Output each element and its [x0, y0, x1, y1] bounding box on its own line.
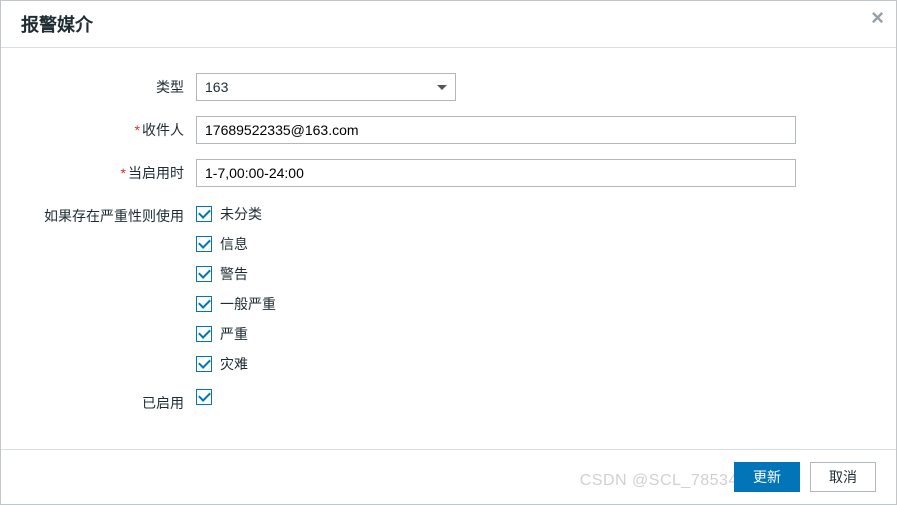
label-severity: 如果存在严重性则使用: [41, 202, 196, 226]
severity-checkbox-high[interactable]: [196, 326, 212, 342]
severity-item-unclassified: 未分类: [196, 204, 276, 224]
severity-label: 严重: [220, 324, 248, 344]
row-type: 类型 163: [41, 73, 856, 101]
alert-media-modal: × 报警媒介 类型 163 *收件人 *当启用时: [0, 0, 897, 505]
label-when-enabled: *当启用时: [41, 159, 196, 183]
type-select-value: 163: [205, 79, 228, 95]
when-enabled-input[interactable]: [196, 159, 796, 187]
type-select[interactable]: 163: [196, 73, 456, 101]
severity-label: 未分类: [220, 204, 262, 224]
close-icon[interactable]: ×: [871, 7, 884, 29]
label-recipient: *收件人: [41, 116, 196, 140]
row-when-enabled: *当启用时: [41, 159, 856, 187]
modal-title: 报警媒介: [21, 11, 876, 37]
enabled-checkbox[interactable]: [196, 389, 212, 405]
severity-label: 一般严重: [220, 294, 276, 314]
severity-checkbox-unclassified[interactable]: [196, 206, 212, 222]
severity-checkbox-list: 未分类 信息 警告 一般严重: [196, 202, 276, 374]
modal-footer: 更新 取消: [1, 449, 896, 504]
severity-label: 信息: [220, 234, 248, 254]
modal-header: 报警媒介: [1, 1, 896, 48]
modal-body: 类型 163 *收件人 *当启用时 如果存在严重性则使用: [1, 48, 896, 438]
severity-item-high: 严重: [196, 324, 276, 344]
row-recipient: *收件人: [41, 116, 856, 144]
severity-checkbox-warning[interactable]: [196, 266, 212, 282]
row-severity: 如果存在严重性则使用 未分类 信息 警告: [41, 202, 856, 374]
cancel-button[interactable]: 取消: [810, 462, 876, 492]
label-enabled: 已启用: [41, 389, 196, 413]
severity-checkbox-disaster[interactable]: [196, 356, 212, 372]
severity-item-average: 一般严重: [196, 294, 276, 314]
severity-checkbox-average[interactable]: [196, 296, 212, 312]
required-marker: *: [135, 122, 140, 138]
severity-checkbox-info[interactable]: [196, 236, 212, 252]
row-enabled: 已启用: [41, 389, 856, 413]
severity-item-info: 信息: [196, 234, 276, 254]
severity-label: 警告: [220, 264, 248, 284]
required-marker: *: [121, 165, 126, 181]
label-type: 类型: [41, 73, 196, 97]
update-button[interactable]: 更新: [734, 462, 800, 492]
severity-item-disaster: 灾难: [196, 354, 276, 374]
recipient-input[interactable]: [196, 116, 796, 144]
severity-item-warning: 警告: [196, 264, 276, 284]
severity-label: 灾难: [220, 354, 248, 374]
